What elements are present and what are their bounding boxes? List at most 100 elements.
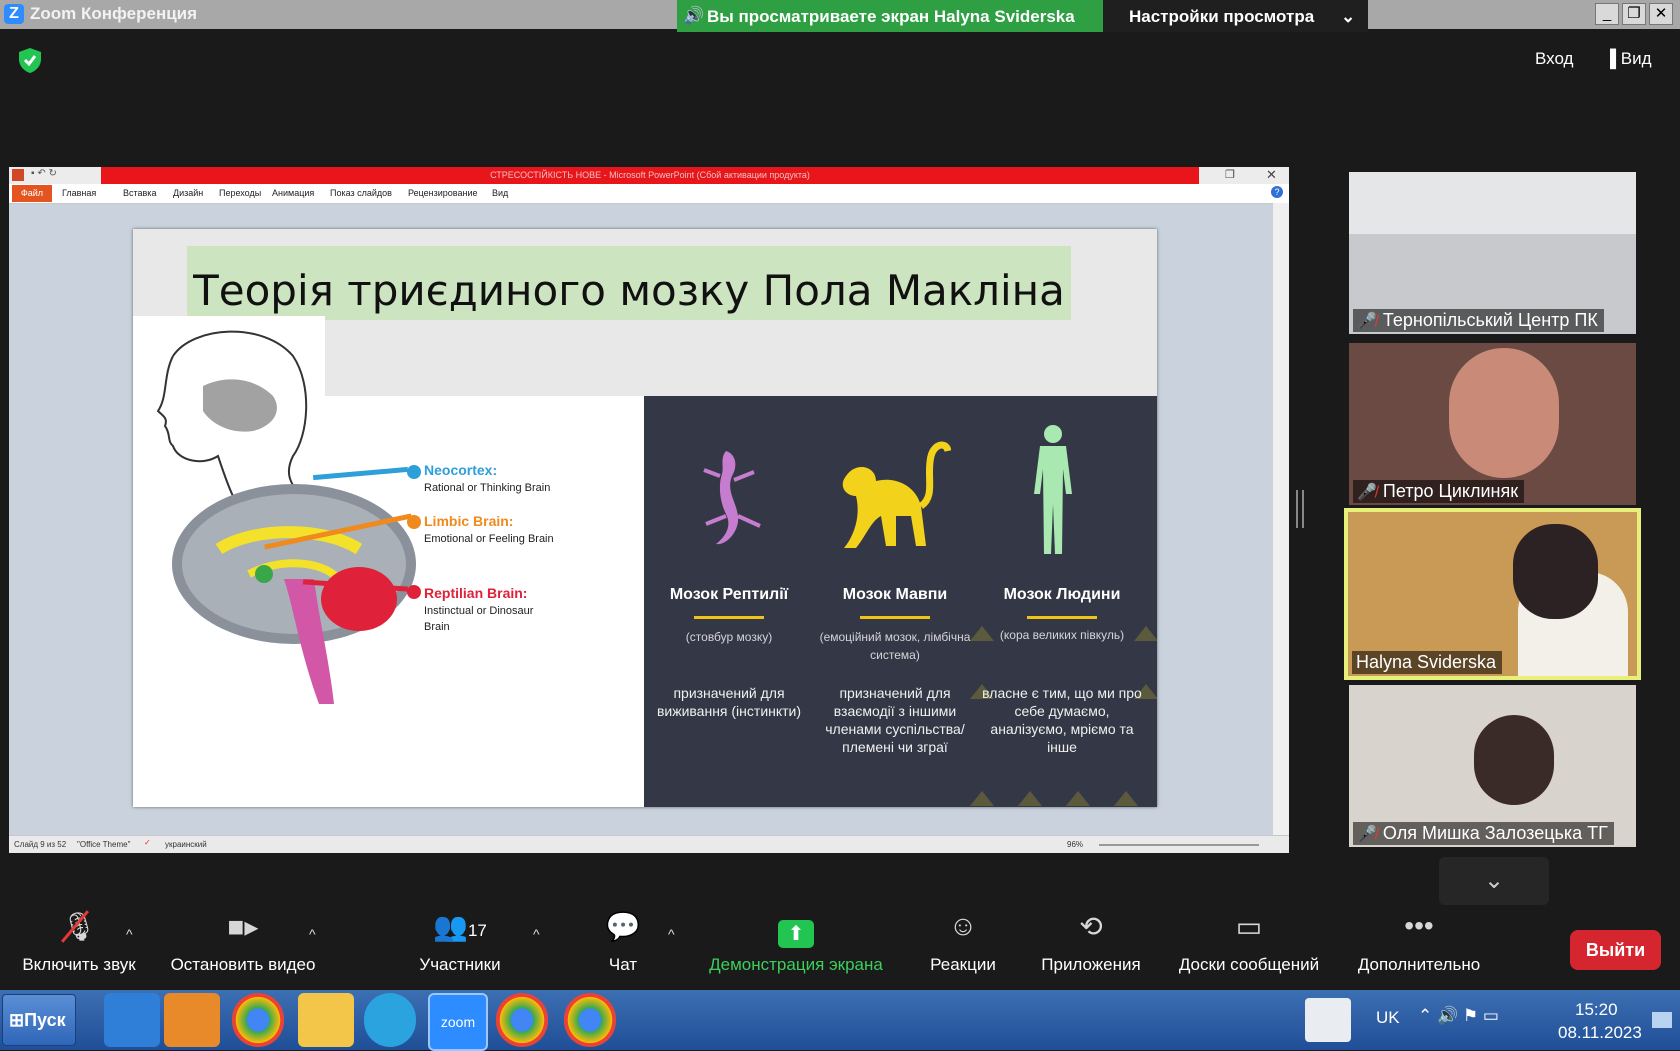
spellcheck-icon[interactable]: ✓ xyxy=(144,838,151,847)
chrome-profile-icon[interactable] xyxy=(564,993,616,1047)
reactions-button[interactable]: ☺ Реакции xyxy=(920,910,1006,975)
muted-mic-icon: 🎤̸ xyxy=(1357,313,1377,330)
language-label: украинский xyxy=(165,840,207,849)
view-options-label: Настройки просмотра xyxy=(1129,7,1315,26)
share-screen-button[interactable]: ⬆ Демонстрация экрана xyxy=(700,910,892,975)
ppt-title-bar: ▪ ↶ ↻ СТРЕСОСТІЙКІСТЬ НОВЕ - Microsoft P… xyxy=(9,167,1289,184)
participant-tile[interactable]: 🎤̸ Оля Мишка Залозецька ТГ xyxy=(1349,685,1636,847)
participant-name-tag: 🎤̸ Тернопільський Центр ПК xyxy=(1353,309,1604,332)
scroll-participants-down-button[interactable]: ⌄ xyxy=(1439,857,1549,905)
slide-title: Теорія триєдиного мозку Пола Макліна xyxy=(193,266,1065,315)
more-button[interactable]: ••• Дополнительно xyxy=(1349,910,1489,975)
monkey-brain-desc: призначений для взаємодії з іншими члена… xyxy=(825,685,965,755)
enter-button[interactable]: Вход xyxy=(1535,49,1573,79)
participant-tile[interactable]: 🎤̸ Петро Циклиняк xyxy=(1349,343,1636,505)
zoom-level[interactable]: 96% xyxy=(1067,840,1083,849)
reptile-brain-desc: призначений для виживання (інстинкти) xyxy=(656,685,802,719)
quick-access-icon[interactable]: ▪ ↶ ↻ xyxy=(31,168,57,179)
ppt-tab-review[interactable]: Рецензирование xyxy=(408,188,478,198)
minimize-button[interactable]: _ xyxy=(1595,3,1619,25)
panel-splitter[interactable] xyxy=(1296,490,1304,528)
keyboard-language[interactable]: UK xyxy=(1376,1008,1400,1028)
ppt-tab-view[interactable]: Вид xyxy=(492,188,508,198)
reptilian-dot xyxy=(407,585,421,599)
start-button[interactable]: ⊞Пуск xyxy=(2,994,76,1046)
zoom-taskbar-icon[interactable]: zoom xyxy=(428,993,488,1051)
slide-canvas: Теорія триєдиного мозку Пола Макліна Neo… xyxy=(133,229,1157,807)
view-button[interactable]: ▐ Вид xyxy=(1604,49,1652,79)
view-options-dropdown[interactable]: Настройки просмотра ⌄ xyxy=(1103,0,1368,32)
chat-button[interactable]: 💬 Чат xyxy=(593,910,653,975)
participant-tile-active-speaker[interactable]: Halyna Sviderska xyxy=(1344,508,1641,680)
ppt-tab-animation[interactable]: Анимация xyxy=(272,188,314,198)
ppt-vertical-scrollbar[interactable] xyxy=(1273,203,1289,835)
human-icon xyxy=(1034,425,1072,554)
leave-button[interactable]: Выйти xyxy=(1570,930,1661,970)
ppt-window-title: СТРЕСОСТІЙКІСТЬ НОВЕ - Microsoft PowerPo… xyxy=(101,167,1199,184)
share-screen-label: Демонстрация экрана xyxy=(709,955,883,974)
zoom-slider[interactable] xyxy=(1099,844,1259,846)
folder-icon[interactable] xyxy=(298,993,354,1047)
apps-icon: ⟲ xyxy=(1079,911,1103,942)
stop-video-label: Остановить видео xyxy=(170,955,316,974)
video-camera-icon: ■▸ xyxy=(227,911,259,942)
chrome-icon[interactable] xyxy=(232,993,284,1047)
reptile-brain-title: Мозок Рептилії xyxy=(669,586,789,603)
internet-explorer-icon[interactable] xyxy=(104,993,160,1047)
muted-mic-icon: 🎤̸ xyxy=(1357,826,1377,843)
participants-options-caret[interactable]: ^ xyxy=(533,926,540,942)
show-desktop-icon[interactable] xyxy=(1652,1012,1672,1028)
more-label: Дополнительно xyxy=(1357,955,1481,974)
reptilian-label: Reptilian Brain: xyxy=(424,585,528,601)
ppt-tab-insert[interactable]: Вставка xyxy=(123,188,156,198)
shared-powerpoint-window: ▪ ↶ ↻ СТРЕСОСТІЙКІСТЬ НОВЕ - Microsoft P… xyxy=(9,167,1289,853)
monkey-icon xyxy=(842,441,951,548)
media-player-icon[interactable] xyxy=(164,993,220,1047)
participant-tile[interactable]: 🎤̸ Тернопільський Центр ПК xyxy=(1349,172,1636,334)
triune-brain-image xyxy=(169,479,429,709)
whiteboards-button[interactable]: ▭ Доски сообщений xyxy=(1170,910,1328,975)
ppt-tab-design[interactable]: Дизайн xyxy=(173,188,203,198)
chrome-icon[interactable] xyxy=(496,993,548,1047)
tray-icons[interactable]: ⌃ 🔊 ⚑ ▭ xyxy=(1418,1006,1499,1026)
close-button[interactable]: ✕ xyxy=(1649,3,1673,25)
ppt-tab-transitions[interactable]: Переходы xyxy=(219,188,261,198)
clock-time: 15:20 xyxy=(1575,1000,1618,1019)
ppt-restore-icon[interactable]: ❐ xyxy=(1225,168,1235,181)
lizard-icon xyxy=(703,451,761,545)
participant-name: Оля Мишка Залозецька ТГ xyxy=(1382,823,1608,843)
limbic-desc: Emotional or Feeling Brain xyxy=(424,533,554,545)
ppt-tab-slideshow[interactable]: Показ слайдов xyxy=(330,188,392,198)
ppt-tab-file[interactable]: Файл xyxy=(12,185,52,202)
participants-button[interactable]: 👥17 Участники xyxy=(410,910,510,975)
smiley-plus-icon: ☺ xyxy=(948,910,978,941)
shield-icon[interactable] xyxy=(16,46,44,74)
zoom-logo-icon: Z xyxy=(4,4,24,24)
video-options-caret[interactable]: ^ xyxy=(309,926,316,942)
unmute-label: Включить звук xyxy=(22,955,136,974)
stop-video-button[interactable]: ■▸ Остановить видео xyxy=(163,910,323,975)
theme-name: "Office Theme" xyxy=(77,840,131,849)
participant-name-tag: 🎤̸ Оля Мишка Залозецька ТГ xyxy=(1353,822,1614,845)
reptile-underline xyxy=(694,616,764,619)
apps-button[interactable]: ⟲ Приложения xyxy=(1032,910,1150,975)
monkey-brain-title: Мозок Мавпи xyxy=(842,586,948,603)
participant-name: Петро Циклиняк xyxy=(1382,481,1519,501)
apps-label: Приложения xyxy=(1041,955,1141,974)
powerpoint-icon xyxy=(12,169,24,181)
telegram-icon[interactable] xyxy=(364,993,416,1047)
video-feed xyxy=(1474,715,1554,805)
chat-label: Чат xyxy=(608,955,638,974)
reptile-brain-subtitle: (стовбур мозку) xyxy=(685,630,773,644)
video-feed xyxy=(1349,172,1636,234)
help-icon[interactable]: ? xyxy=(1271,186,1283,198)
audio-options-caret[interactable]: ^ xyxy=(126,926,133,942)
ppt-tab-home[interactable]: Главная xyxy=(62,188,96,198)
pen-input-icon[interactable] xyxy=(1305,998,1351,1042)
maximize-button[interactable]: ❐ xyxy=(1622,3,1646,25)
clock-date: 08.11.2023 xyxy=(1558,1023,1642,1042)
unmute-button[interactable]: 🎙 Включить звук xyxy=(14,910,144,975)
ppt-close-icon[interactable]: ✕ xyxy=(1266,167,1277,183)
chat-options-caret[interactable]: ^ xyxy=(668,926,675,942)
human-brain-desc: власне є тим, що ми про себе думаємо, ан… xyxy=(982,685,1142,755)
